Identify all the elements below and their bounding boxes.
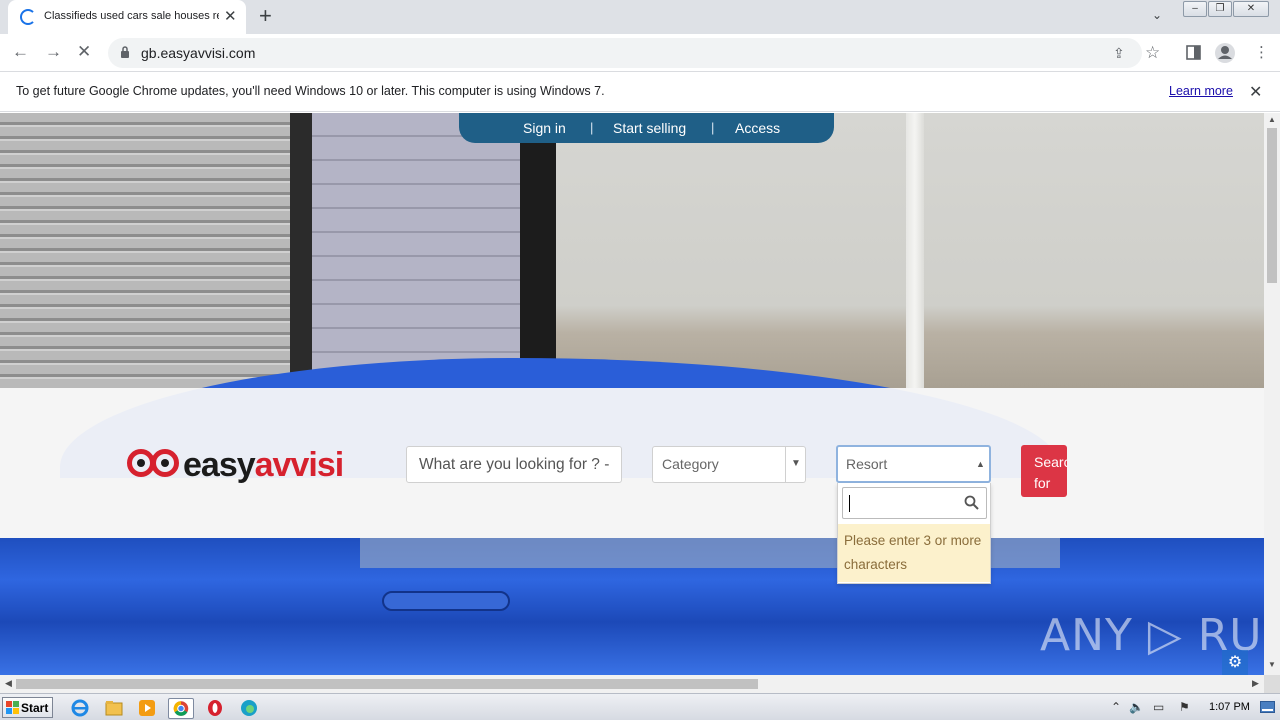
logo-pupil-icon [161,459,169,467]
stop-loading-icon[interactable]: ✕ [77,42,91,62]
minimize-window-button[interactable]: – [1183,1,1207,17]
sign-in-link[interactable]: Sign in [523,120,566,136]
dropdown-hint-message: Please enter 3 or more characters [838,524,990,582]
logo-wordmark: easyavvisi [183,446,345,485]
chevron-up-icon[interactable]: ▲ [976,459,985,469]
infobar-message: To get future Google Chrome updates, you… [16,84,605,98]
back-arrow-icon[interactable]: ← [12,42,29,62]
share-icon[interactable]: ⇪ [1113,45,1125,62]
opera-icon[interactable] [205,698,225,718]
scrollbar-corner [1264,675,1280,693]
access-link[interactable]: Access [735,120,780,136]
resort-select-value: Resort [846,456,888,472]
browser-tab[interactable]: Classifieds used cars sale houses rent ✕ [8,0,246,34]
side-panel-icon[interactable] [1186,45,1201,60]
infobar-close-icon[interactable]: ✕ [1249,82,1262,102]
system-tray: ⌃ 🔈 ▭ ⚑ 1:07 PM [1105,694,1280,720]
media-player-icon[interactable] [137,698,157,718]
category-select[interactable]: Category ▼ [652,446,806,483]
select-divider [785,447,786,482]
search-button-label: Search [1034,454,1067,470]
lock-icon[interactable] [120,45,130,59]
clock[interactable]: 1:07 PM [1209,701,1250,713]
nav-separator: | [711,120,715,135]
background-door-frame [520,113,556,388]
background-shutter [0,113,290,388]
url-text[interactable]: gb.easyavvisi.com [141,45,255,61]
vertical-scroll-thumb[interactable] [1267,128,1277,283]
gear-icon[interactable]: ⚙ [1222,650,1248,675]
tab-search-chevron-icon[interactable]: ⌄ [1152,8,1162,22]
background-pole [906,113,924,388]
category-select-value: Category [662,456,719,472]
nav-separator: | [590,120,594,135]
learn-more-link[interactable]: Learn more [1169,84,1233,98]
action-center-flag-icon[interactable]: ⚑ [1179,700,1190,714]
scroll-left-icon[interactable]: ◀ [5,678,12,689]
tray-expand-icon[interactable]: ⌃ [1111,700,1121,714]
loading-spinner-icon [20,9,36,25]
search-button-label-2: for [1034,475,1051,491]
start-button[interactable]: Start [2,697,53,718]
vertical-scrollbar[interactable]: ▲ ▼ [1264,113,1280,675]
scroll-up-icon[interactable]: ▲ [1268,115,1276,124]
horizontal-scrollbar[interactable]: ◀ ▶ [0,675,1264,693]
chevron-down-icon[interactable]: ▼ [791,458,801,469]
close-window-button[interactable]: ✕ [1233,1,1269,17]
text-caret [849,495,850,512]
forward-arrow-icon[interactable]: → [45,42,62,62]
speaker-icon[interactable]: 🔈 [1129,700,1144,714]
address-bar[interactable]: gb.easyavvisi.com ⇪ ☆ [108,38,1160,68]
browser-toolbar: ← → ✕ gb.easyavvisi.com ⇪ ☆ ⋮ [0,34,1280,72]
bookmark-star-icon[interactable]: ☆ [1145,43,1160,63]
site-logo[interactable]: easyavvisi [127,445,367,485]
scroll-right-icon[interactable]: ▶ [1252,678,1259,689]
chrome-menu-icon[interactable]: ⋮ [1254,43,1269,61]
show-desktop-icon[interactable] [1260,701,1275,713]
background-car-handle [382,591,510,611]
logo-word-avvisi: avvisi [254,446,345,484]
horizontal-scroll-thumb[interactable] [16,679,758,689]
internet-explorer-icon[interactable] [70,698,90,718]
new-tab-button[interactable]: + [259,4,272,28]
start-selling-link[interactable]: Start selling [613,120,686,136]
resort-select[interactable]: Resort ▲ [836,445,991,483]
top-nav: Sign in | Start selling | Access [459,113,834,143]
tab-close-icon[interactable]: ✕ [224,7,237,25]
search-icon [964,495,979,510]
tab-title: Classifieds used cars sale houses rent [44,10,219,22]
edge-icon[interactable] [239,698,259,718]
resort-dropdown-search-input[interactable] [842,487,987,519]
windows-taskbar: Start ⌃ 🔈 ▭ ⚑ 1:07 PM [0,693,1280,720]
start-label: Start [21,701,49,715]
keyword-search-placeholder: What are you looking for ? - [419,456,610,473]
background-brick-wall [312,113,520,388]
search-button[interactable]: Search for [1021,445,1067,497]
logo-word-easy: easy [183,446,256,484]
chrome-taskbar-icon[interactable] [168,698,194,719]
windows-logo-icon [6,701,19,714]
restore-window-button[interactable]: ❐ [1208,1,1232,17]
network-icon[interactable]: ▭ [1153,700,1164,714]
search-band: easyavvisi What are you looking for ? - … [0,388,1264,584]
page-viewport: Sign in | Start selling | Access easyavv… [0,113,1264,675]
update-infobar: To get future Google Chrome updates, you… [0,72,1280,112]
logo-pupil-icon [137,459,145,467]
keyword-search-input[interactable]: What are you looking for ? - [406,446,622,483]
tab-strip: Classifieds used cars sale houses rent ✕… [0,0,1280,34]
file-explorer-icon[interactable] [104,698,124,718]
resort-dropdown: Please enter 3 or more characters [837,483,991,584]
background-pillar [290,113,312,388]
profile-avatar-icon[interactable] [1214,42,1236,64]
scroll-down-icon[interactable]: ▼ [1268,660,1276,669]
